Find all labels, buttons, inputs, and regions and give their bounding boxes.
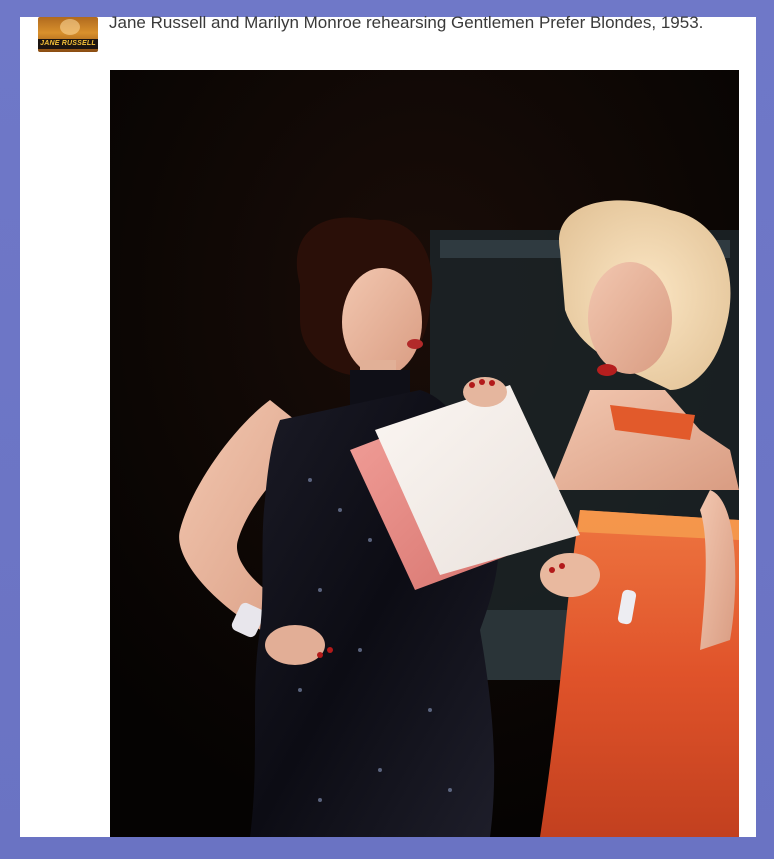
left-figure-hand (265, 625, 325, 665)
right-figure-hand-script (540, 553, 600, 597)
avatar-art (60, 19, 80, 35)
avatar-label: JANE RUSSELL (40, 40, 96, 47)
left-figure-hand-script (463, 377, 507, 407)
right-figure-lips (597, 364, 617, 376)
right-figure-face (588, 262, 672, 374)
post-caption: Jane Russell and Marilyn Monroe rehearsi… (109, 13, 704, 32)
post-photo[interactable] (110, 70, 739, 837)
left-figure-face (342, 268, 422, 376)
post-card: JANE RUSSELL Jane Russell and Marilyn Mo… (20, 13, 756, 837)
photo-illustration (110, 70, 739, 837)
avatar[interactable]: JANE RUSSELL (38, 17, 98, 52)
left-figure-lips (407, 339, 423, 349)
